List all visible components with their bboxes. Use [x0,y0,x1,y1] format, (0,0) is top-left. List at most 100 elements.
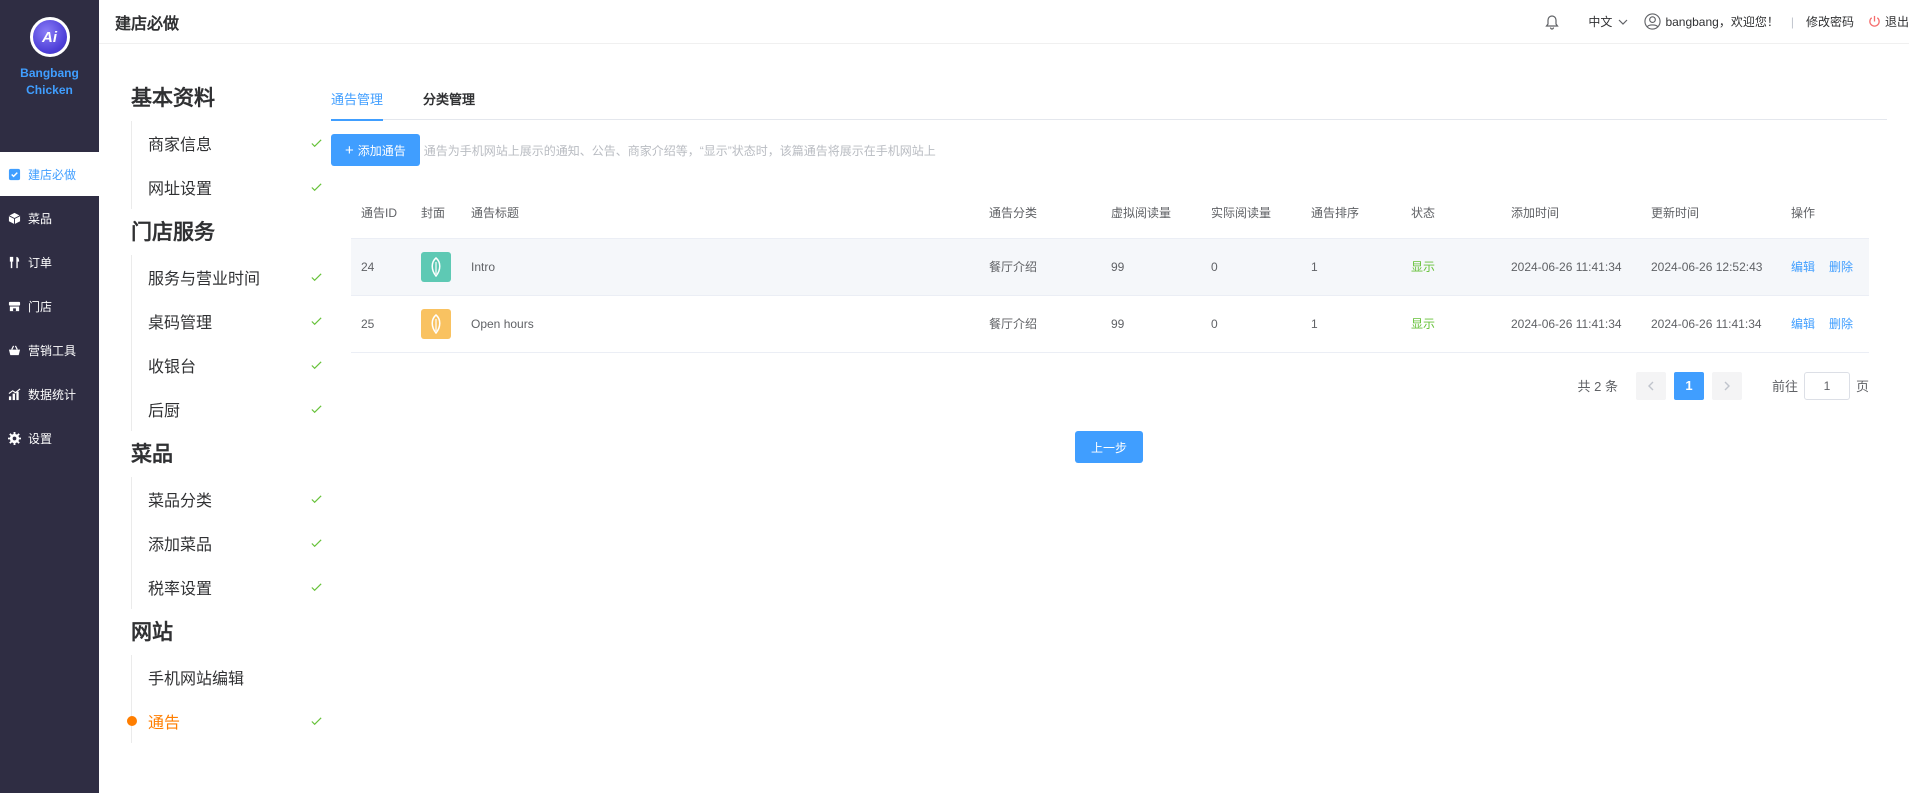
next-page-button[interactable] [1711,371,1742,400]
check-icon [311,494,322,503]
column-header: 添加时间 [1511,206,1560,221]
column-header: 通告分类 [989,206,1038,221]
logout-label: 退出 [1884,15,1909,29]
chevron-left-icon [1647,381,1654,390]
step-item-add-dish[interactable]: 添加菜品 [132,521,331,565]
step-label: 网址设置 [148,181,213,198]
column-header: 状态 [1411,206,1436,221]
main-content: 通告管理 分类管理 + 添加通告 通告为手机网站上展示的通知、公告、商家介绍等，“… [331,75,1891,463]
cell-actions: 编辑 删除 [1781,237,1869,295]
cell-id: 24 [351,237,411,295]
cover-thumbnail[interactable] [421,251,451,282]
check-icon [311,360,322,369]
table-row[interactable]: 24 Intro 餐厅介绍 99 0 1 显示 2024-06-26 11:41… [351,237,1869,295]
cover-thumbnail[interactable] [421,308,451,339]
step-section-basic: 基本资料 商家信息 网址设置 [131,77,331,209]
nav-item-orders[interactable]: 订单 [0,240,99,284]
edit-link[interactable]: 编辑 [1791,260,1815,274]
nav-item-stats[interactable]: 数据统计 [0,372,99,416]
cell-category: 餐厅介绍 [979,294,1101,353]
previous-step-button[interactable]: 上一步 [1075,431,1143,463]
gear-icon [7,431,21,445]
page-number-button[interactable]: 1 [1673,371,1704,400]
step-item-dish-categories[interactable]: 菜品分类 [132,477,331,521]
step-section-title: 基本资料 [131,87,215,110]
edit-link[interactable]: 编辑 [1791,317,1815,331]
tab-announcement-management[interactable]: 通告管理 [331,75,384,121]
step-item-service-hours[interactable]: 服务与营业时间 [132,255,331,299]
check-icon [311,316,322,325]
plus-icon: + [345,141,354,159]
delete-link[interactable]: 删除 [1829,317,1853,331]
step-section-body: 菜品分类 添加菜品 税率设置 [131,477,331,609]
brand-name: Bangbang Chicken [20,65,79,99]
leaf-icon [431,313,441,334]
pagination-total: 共 2 条 [1577,379,1618,394]
setup-steps: 基本资料 商家信息 网址设置 门店服务 服务与营业时间 桌码管理 收银台 后厨 … [127,75,331,743]
step-label: 商家信息 [148,137,213,154]
step-label: 添加菜品 [148,537,213,554]
box-icon [7,211,21,225]
language-label: 中文 [1588,15,1613,29]
step-label: 税率设置 [148,581,213,598]
logo-text: Ai [42,28,57,46]
tab-category-management[interactable]: 分类管理 [423,75,475,120]
goto-page-input[interactable] [1803,371,1850,400]
nav-label: 营销工具 [28,343,77,358]
step-item-merchant-info[interactable]: 商家信息 [132,121,331,165]
nav-item-dishes[interactable]: 菜品 [0,196,99,240]
step-item-mobile-site-edit[interactable]: 手机网站编辑 [132,655,331,699]
table-row[interactable]: 25 Open hours 餐厅介绍 99 0 1 显示 2024-06-26 … [351,294,1869,353]
step-section-title: 菜品 [131,443,173,466]
cell-actual-reads: 0 [1201,237,1301,295]
column-header: 通告排序 [1311,206,1360,221]
nav-label: 门店 [28,299,53,314]
step-item-cashier[interactable]: 收银台 [132,343,331,387]
nav-label: 数据统计 [28,387,77,402]
cell-id: 25 [351,294,411,353]
step-item-table-codes[interactable]: 桌码管理 [132,299,331,343]
delete-link[interactable]: 删除 [1829,260,1853,274]
change-password-link[interactable]: 修改密码 [1806,13,1854,30]
cell-added-time: 2024-06-26 11:41:34 [1501,294,1641,353]
cell-virtual-reads: 99 [1101,294,1201,353]
add-announcement-button[interactable]: + 添加通告 [331,134,420,166]
chevron-down-icon [1619,19,1628,25]
header-separator: | [1790,14,1794,29]
nav-item-marketing[interactable]: 营销工具 [0,328,99,372]
user-menu[interactable]: bangbang，欢迎您！ [1644,13,1779,30]
cell-updated-time: 2024-06-26 11:41:34 [1641,294,1781,353]
fork-knife-icon [7,255,21,269]
prev-page-button[interactable] [1635,371,1666,400]
column-header: 通告ID [361,206,398,221]
check-icon [311,272,322,281]
brand-logo[interactable]: Ai [29,17,70,57]
step-section-body: 服务与营业时间 桌码管理 收银台 后厨 [131,255,331,431]
add-button-label: 添加通告 [357,143,406,158]
step-item-announcements[interactable]: 通告 [127,699,331,743]
brand-name-line2: Chicken [26,83,73,97]
tab-bar: 通告管理 分类管理 [331,75,1887,121]
step-section-dishes: 菜品 菜品分类 添加菜品 税率设置 [131,433,331,609]
toolbar-hint: 通告为手机网站上展示的通知、公告、商家介绍等，“显示”状态时，该篇通告将展示在手… [423,143,936,158]
language-select[interactable]: 中文 [1588,13,1628,30]
cell-cover [411,237,461,295]
bell-icon[interactable] [1544,14,1560,30]
nav-item-store[interactable]: 门店 [0,284,99,328]
nav-item-settings[interactable]: 设置 [0,416,99,460]
nav-label: 订单 [28,255,53,270]
nav-item-setup[interactable]: 建店必做 [0,152,99,196]
step-item-kitchen[interactable]: 后厨 [132,387,331,431]
brand-block: Ai Bangbang Chicken [0,0,99,152]
pagination: 共 2 条 1 前往 页 [331,371,1869,400]
logout-button[interactable]: 退出 [1868,13,1909,30]
goto-page: 前往 页 [1771,371,1869,400]
check-icon [311,716,322,725]
step-label: 服务与营业时间 [148,271,261,288]
step-label: 菜品分类 [148,493,213,510]
step-section-store: 门店服务 服务与营业时间 桌码管理 收银台 后厨 [131,211,331,431]
step-item-url-settings[interactable]: 网址设置 [132,165,331,209]
goto-label: 前往 [1771,379,1798,394]
step-item-tax-settings[interactable]: 税率设置 [132,565,331,609]
step-label: 通告 [148,715,181,732]
